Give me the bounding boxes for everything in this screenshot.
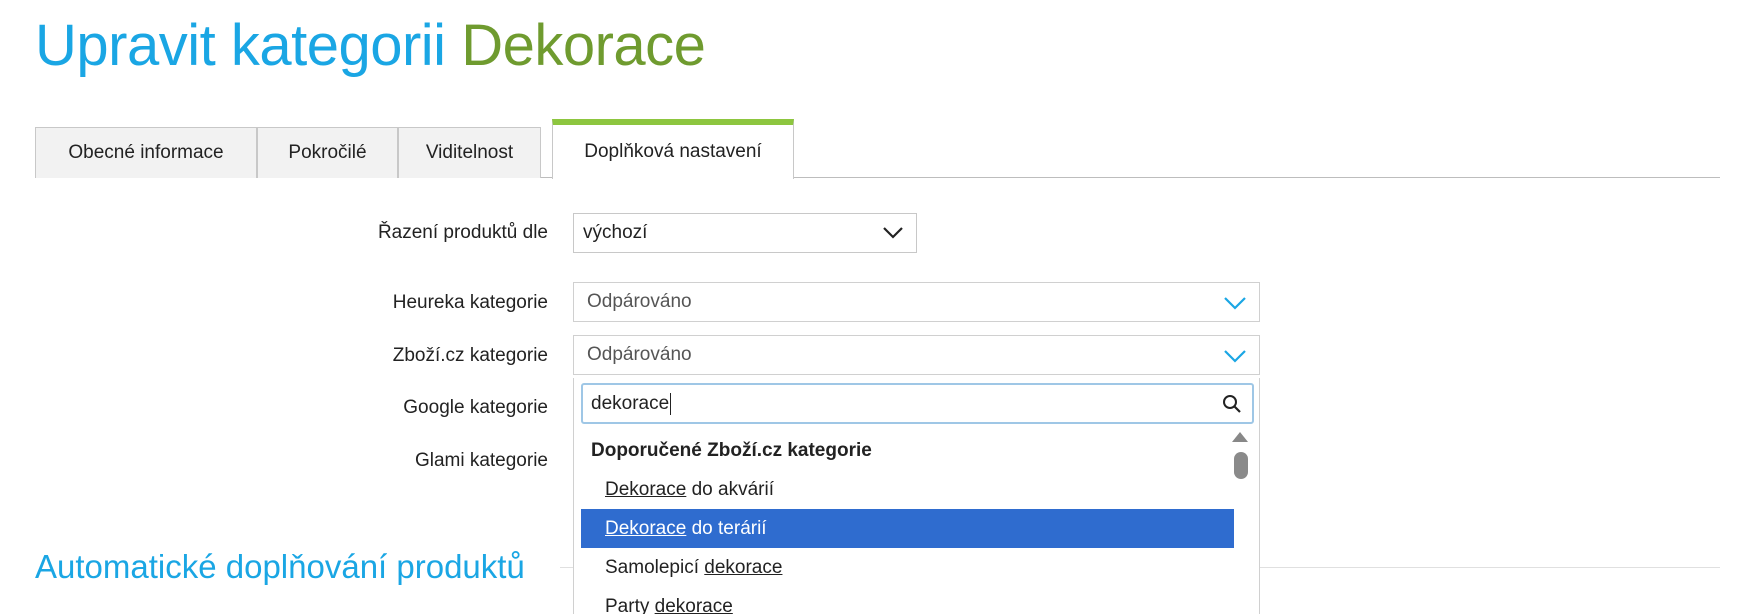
tab-bar: Obecné informace Pokročilé Viditelnost D… bbox=[35, 119, 1720, 179]
page-title-prefix: Upravit kategorii bbox=[35, 13, 446, 78]
chevron-down-icon bbox=[1224, 297, 1246, 310]
heureka-label: Heureka kategorie bbox=[392, 292, 548, 313]
glami-label: Glami kategorie bbox=[414, 450, 548, 471]
zbozi-category-dropdown: dekorace Doporučené Zboží.cz kategorie D… bbox=[573, 378, 1260, 614]
options-group-title: Doporučené Zboží.cz kategorie bbox=[591, 440, 872, 461]
search-icon bbox=[1223, 395, 1241, 413]
sort-select[interactable]: výchozí bbox=[573, 213, 917, 253]
page-title-category: Dekorace bbox=[461, 13, 706, 78]
heureka-select-value: Odpárováno bbox=[587, 291, 692, 312]
zbozi-select-value: Odpárováno bbox=[587, 344, 692, 365]
list-item[interactable]: Dekorace do akvárií bbox=[581, 470, 1234, 509]
match-text: dekorace bbox=[704, 557, 783, 578]
match-text: Dekorace bbox=[605, 518, 687, 539]
google-label: Google kategorie bbox=[403, 397, 548, 418]
list-item-highlighted[interactable]: Dekorace do terárií bbox=[581, 509, 1234, 548]
sort-select-value: výchozí bbox=[583, 222, 648, 243]
list-item[interactable]: Samolepicí dekorace bbox=[581, 548, 1234, 587]
match-text: dekorace bbox=[654, 596, 733, 614]
section-title: Automatické doplňování produktů bbox=[35, 548, 525, 585]
option-text: Party bbox=[605, 596, 655, 614]
tab-visibility[interactable]: Viditelnost bbox=[398, 127, 541, 178]
heureka-select[interactable]: Odpárováno bbox=[573, 282, 1260, 322]
scroll-up-arrow-icon[interactable] bbox=[1232, 432, 1248, 442]
list-item[interactable]: Party dekorace bbox=[581, 587, 1234, 614]
text-caret bbox=[670, 392, 672, 415]
option-text: Samolepicí bbox=[605, 557, 705, 578]
tab-general-info[interactable]: Obecné informace bbox=[35, 127, 257, 178]
chevron-down-icon bbox=[883, 227, 903, 239]
category-search-input[interactable]: dekorace bbox=[581, 383, 1254, 424]
zbozi-select[interactable]: Odpárováno bbox=[573, 335, 1260, 375]
option-text: do akvárií bbox=[686, 479, 774, 500]
zbozi-label: Zboží.cz kategorie bbox=[392, 345, 548, 366]
match-text: Dekorace bbox=[605, 479, 687, 500]
dropdown-scrollbar[interactable] bbox=[1229, 432, 1251, 614]
tab-advanced[interactable]: Pokročilé bbox=[257, 127, 398, 178]
page-title: Upravit kategorii Dekorace bbox=[35, 6, 706, 86]
scroll-thumb[interactable] bbox=[1234, 452, 1248, 479]
category-options-list: Doporučené Zboží.cz kategorie Dekorace d… bbox=[581, 432, 1234, 614]
option-text: do terárií bbox=[686, 518, 767, 539]
tab-additional-settings[interactable]: Doplňková nastavení bbox=[552, 119, 794, 179]
sort-label: Řazení produktů dle bbox=[377, 222, 548, 243]
category-search-value: dekorace bbox=[591, 392, 670, 414]
chevron-down-icon bbox=[1224, 350, 1246, 363]
